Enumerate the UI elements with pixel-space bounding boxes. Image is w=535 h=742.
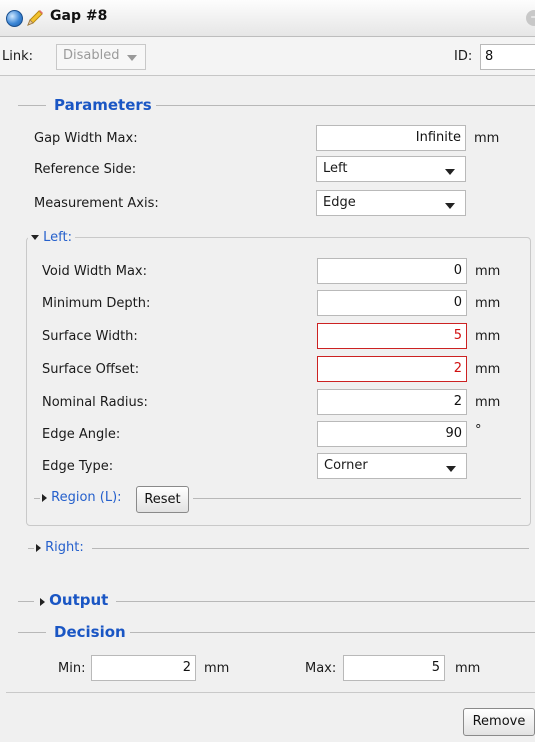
- id-label: ID:: [454, 49, 473, 64]
- edge-type-dropdown[interactable]: Corner: [317, 453, 467, 479]
- decision-min-label: Min:: [58, 661, 86, 676]
- divider: [18, 632, 46, 633]
- link-dropdown[interactable]: Disabled: [56, 44, 146, 70]
- triangle-right-icon: [40, 597, 45, 606]
- decision-max-label: Max:: [305, 661, 337, 676]
- divider: [130, 632, 535, 633]
- window-orb-icon[interactable]: [6, 10, 23, 27]
- decision-min-unit: mm: [204, 661, 230, 676]
- nominal-radius-input[interactable]: 2: [317, 389, 467, 415]
- gap-width-max-unit: mm: [474, 131, 500, 146]
- surface-width-input[interactable]: 5: [317, 323, 467, 349]
- remove-button[interactable]: Remove: [463, 708, 535, 736]
- reset-button[interactable]: Reset: [136, 486, 189, 513]
- divider: [193, 498, 521, 499]
- measurement-axis-dropdown[interactable]: Edge: [316, 190, 466, 216]
- gap-width-max-label: Gap Width Max:: [34, 131, 138, 146]
- region-label: Region (L):: [51, 490, 122, 505]
- minimum-depth-unit: mm: [475, 296, 501, 311]
- minimum-depth-label: Minimum Depth:: [42, 296, 151, 311]
- triangle-right-icon: [36, 543, 41, 552]
- divider: [18, 601, 34, 602]
- decision-min-input[interactable]: 2: [91, 655, 196, 681]
- chevron-down-icon: [446, 466, 456, 472]
- surface-width-unit: mm: [475, 329, 501, 344]
- chevron-down-icon: [445, 169, 455, 175]
- surface-offset-label: Surface Offset:: [42, 362, 140, 377]
- edge-type-label: Edge Type:: [42, 459, 114, 474]
- chevron-down-icon: [127, 55, 137, 61]
- output-header: Output: [49, 591, 109, 609]
- decision-max-unit: mm: [455, 661, 481, 676]
- chevron-down-icon: [445, 203, 455, 209]
- divider: [18, 105, 46, 106]
- reference-side-label: Reference Side:: [34, 162, 137, 177]
- id-input[interactable]: 8: [480, 44, 535, 70]
- triangle-down-icon: [31, 235, 39, 240]
- nominal-radius-unit: mm: [475, 395, 501, 410]
- reference-side-dropdown[interactable]: Left: [316, 156, 466, 182]
- surface-offset-input[interactable]: 2: [317, 356, 467, 382]
- void-width-max-input[interactable]: 0: [317, 258, 467, 284]
- output-expander[interactable]: Output: [40, 591, 108, 609]
- decision-max-input[interactable]: 5: [343, 655, 445, 681]
- surface-offset-unit: mm: [475, 362, 501, 377]
- region-expander[interactable]: Region (L):: [42, 490, 122, 505]
- divider: [116, 601, 535, 602]
- pencil-icon[interactable]: [25, 8, 45, 28]
- void-width-max-label: Void Width Max:: [42, 264, 147, 279]
- left-group-title: Left:: [43, 230, 72, 245]
- link-dropdown-value: Disabled: [63, 48, 120, 63]
- divider: [92, 548, 529, 549]
- link-label: Link:: [2, 49, 34, 64]
- triangle-right-icon: [42, 493, 47, 502]
- edge-angle-label: Edge Angle:: [42, 427, 121, 442]
- divider: [156, 105, 535, 106]
- footer-divider: [6, 692, 535, 693]
- measurement-axis-value: Edge: [323, 195, 356, 210]
- gap-width-max-input[interactable]: Infinite: [316, 125, 466, 151]
- reference-side-value: Left: [323, 161, 348, 176]
- decision-header: Decision: [54, 623, 126, 641]
- divider: [34, 498, 40, 499]
- collapse-icon[interactable]: –: [526, 10, 535, 26]
- edge-angle-input[interactable]: 90: [317, 421, 467, 447]
- measurement-axis-label: Measurement Axis:: [34, 196, 159, 211]
- edge-angle-unit: °: [475, 423, 482, 438]
- minimum-depth-input[interactable]: 0: [317, 290, 467, 316]
- right-expander[interactable]: Right:: [36, 540, 84, 555]
- void-width-max-unit: mm: [475, 264, 501, 279]
- nominal-radius-label: Nominal Radius:: [42, 395, 148, 410]
- right-group-title: Right:: [45, 540, 84, 555]
- edge-type-value: Corner: [324, 458, 368, 473]
- divider: [28, 548, 34, 549]
- window-title: Gap #8: [50, 8, 108, 24]
- surface-width-label: Surface Width:: [42, 329, 138, 344]
- left-group-header[interactable]: Left:: [28, 230, 75, 245]
- parameters-header: Parameters: [54, 96, 152, 114]
